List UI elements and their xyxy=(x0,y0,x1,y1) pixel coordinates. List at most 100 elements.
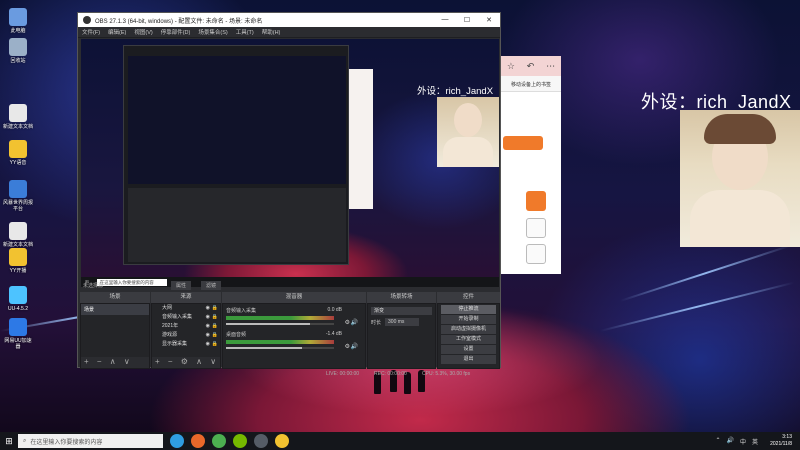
source-item[interactable]: 音频输入采集 ◉ 🔒 xyxy=(152,313,220,322)
menu-file[interactable]: 文件(F) xyxy=(82,28,100,36)
browser-window[interactable]: ☆ ↶ ⋯ 移动设备上的书签 xyxy=(501,56,561,274)
eye-icon[interactable]: ◉ xyxy=(206,340,210,349)
menu-edit[interactable]: 编辑(E) xyxy=(108,28,126,36)
lock-icon[interactable]: 🔒 xyxy=(212,331,218,340)
tray-expand-icon[interactable]: ⌃ xyxy=(715,437,720,446)
desktop-icon[interactable]: 新建文本文档 xyxy=(2,104,34,130)
yy-icon[interactable] xyxy=(275,434,289,448)
eye-icon[interactable]: ◉ xyxy=(206,322,210,331)
clock-date: 2021/11/8 xyxy=(770,441,792,447)
gear-icon[interactable]: ⚙ xyxy=(345,319,350,326)
cpu-status: CPU: 5.3%, 30.00 fps xyxy=(422,371,471,377)
ime-zh-icon[interactable]: 中 xyxy=(740,437,746,446)
nested-preview xyxy=(128,56,346,184)
home-button[interactable] xyxy=(526,218,546,238)
ime-en-icon[interactable]: 英 xyxy=(752,437,758,446)
volume-slider-fill xyxy=(226,323,310,325)
close-button[interactable]: ✕ xyxy=(478,16,500,24)
taskbar-search[interactable]: ⌕ 在这里输入你要搜索的内容 xyxy=(18,434,163,448)
duration-input[interactable]: 300 ms xyxy=(385,318,420,326)
transitions-dock: 渐变 时长 300 ms xyxy=(367,303,436,369)
desktop-icon-label: UU-4.5.2 xyxy=(7,306,28,312)
mixer-dock-title: 混音器 xyxy=(222,292,366,303)
speaker-icon[interactable]: 🔊 xyxy=(351,343,358,350)
menu-view[interactable]: 视图(V) xyxy=(134,28,152,36)
speaker-icon[interactable]: 🔊 xyxy=(351,319,358,326)
app-icon xyxy=(9,180,27,198)
app-icon xyxy=(9,104,27,122)
volume-slider[interactable] xyxy=(226,323,334,325)
menu-help[interactable]: 帮助(H) xyxy=(262,28,281,36)
menu-icon[interactable]: ⋯ xyxy=(546,61,555,72)
lock-icon[interactable]: 🔒 xyxy=(212,322,218,331)
firefox-icon[interactable] xyxy=(191,434,205,448)
eye-icon[interactable]: ◉ xyxy=(206,313,210,322)
back-icon[interactable]: ↶ xyxy=(527,61,535,72)
source-item[interactable]: 大网 ◉ 🔒 xyxy=(152,304,220,313)
obs-window[interactable]: OBS 27.1.3 (64-bit, windows) - 配置文件: 未命名… xyxy=(77,12,501,377)
desktop-icon-label: 新建文本文档 xyxy=(2,124,33,130)
window-title: OBS 27.1.3 (64-bit, windows) - 配置文件: 未命名… xyxy=(95,18,263,25)
bookmark-icon[interactable]: ☆ xyxy=(507,61,515,72)
desktop-icon[interactable]: 此电脑 xyxy=(2,8,34,34)
exit-button[interactable]: 退出 xyxy=(441,355,496,364)
orange-banner xyxy=(503,136,543,150)
scenes-dock-title: 场景 xyxy=(80,292,150,303)
maximize-button[interactable]: ☐ xyxy=(456,16,478,24)
desktop-icon[interactable]: YY开播 xyxy=(2,248,34,274)
source-item[interactable]: 2021年 ◉ 🔒 xyxy=(152,322,220,331)
menu-scene-collection[interactable]: 场景集合(S) xyxy=(198,28,227,36)
eye-icon[interactable]: ◉ xyxy=(206,331,210,340)
bookmark-bar-label[interactable]: 移动设备上的书签 xyxy=(501,76,561,92)
studio-mode-button[interactable]: 工作室模式 xyxy=(441,335,496,344)
minimize-button[interactable]: — xyxy=(434,16,456,24)
filters-button[interactable]: 滤镜 xyxy=(201,281,222,290)
source-item[interactable]: 显示器采集 ◉ 🔒 xyxy=(152,340,220,349)
obs-icon[interactable] xyxy=(254,434,268,448)
scene-item[interactable]: 场景 xyxy=(81,304,149,315)
edge-icon[interactable] xyxy=(170,434,184,448)
volume-icon[interactable]: 🔊 xyxy=(726,437,733,446)
hair-shape xyxy=(704,114,776,144)
lock-icon[interactable]: 🔒 xyxy=(212,313,218,322)
sources-dock-title: 来源 xyxy=(151,292,221,303)
taskbar-clock[interactable]: 3:13 2021/11/8 xyxy=(770,434,792,448)
gear-icon[interactable]: ⚙ xyxy=(345,343,350,350)
settings-button[interactable]: 设置 xyxy=(441,345,496,354)
start-recording-button[interactable]: 开始录制 xyxy=(441,315,496,324)
mixer-dock: 音频输入采集 0.0 dB 🔊 ⚙ 桌面音频 -1.4 dB 🔊 ⚙ xyxy=(222,303,366,369)
lock-icon[interactable]: 🔒 xyxy=(212,304,218,313)
desktop-icon[interactable]: 风暴世界周报 平台 xyxy=(2,180,34,212)
share-button[interactable] xyxy=(526,244,546,264)
scenes-dock: 场景 + − ∧ ∨ xyxy=(80,303,150,369)
transition-select[interactable]: 渐变 xyxy=(371,307,432,315)
source-item-label: 大网 xyxy=(162,305,173,311)
light-streak xyxy=(599,281,795,332)
stop-streaming-button[interactable]: 停止推流 xyxy=(441,305,496,314)
desktop-icon[interactable]: 网易UU加速 器 xyxy=(2,318,34,350)
chrome-icon[interactable] xyxy=(212,434,226,448)
browser-content xyxy=(501,116,561,176)
mixer-channel-db: -1.4 dB xyxy=(325,331,342,337)
obs-titlebar[interactable]: OBS 27.1.3 (64-bit, windows) - 配置文件: 未命名… xyxy=(78,13,500,27)
menu-docks[interactable]: 停靠部件(D) xyxy=(161,28,191,36)
source-item[interactable]: 游戏源 ◉ 🔒 xyxy=(152,331,220,340)
volume-slider-fill xyxy=(226,347,302,349)
windows-start-icon[interactable]: ⊞ xyxy=(0,436,18,447)
properties-button[interactable]: 属性 xyxy=(171,281,192,290)
nvidia-icon[interactable] xyxy=(233,434,247,448)
virtual-camera-button[interactable]: 启动虚拟摄像机 xyxy=(441,325,496,334)
volume-slider[interactable] xyxy=(226,347,334,349)
no-source-label: 未选择源 xyxy=(83,283,104,289)
desktop-icon[interactable]: UU-4.5.2 xyxy=(2,286,34,312)
desktop-icon-label: YY开播 xyxy=(9,268,27,274)
sources-dock-footer[interactable]: + − ⚙ ∧ ∨ xyxy=(152,357,220,368)
menu-tools[interactable]: 工具(T) xyxy=(236,28,254,36)
lock-icon[interactable]: 🔒 xyxy=(212,340,218,349)
play-button[interactable] xyxy=(526,191,546,211)
eye-icon[interactable]: ◉ xyxy=(206,304,210,313)
desktop-icon[interactable]: YY语音 xyxy=(2,140,34,166)
desktop-icon[interactable]: 回收站 xyxy=(2,38,34,64)
preview-canvas[interactable]: 外设：rich_JandX xyxy=(81,39,499,287)
scenes-dock-footer[interactable]: + − ∧ ∨ xyxy=(81,357,149,368)
